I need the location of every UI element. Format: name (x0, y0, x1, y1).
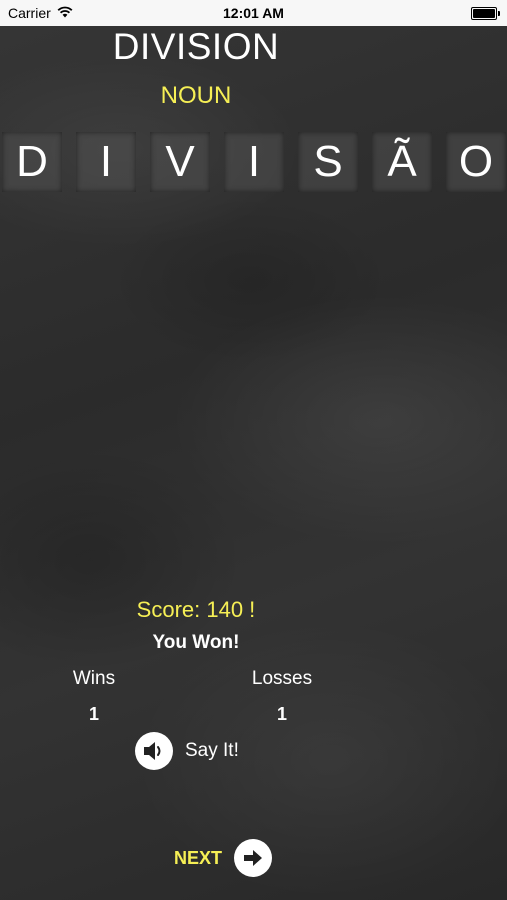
next-label[interactable]: NEXT (174, 848, 222, 869)
english-word: DIVISION (112, 26, 280, 67)
wins-value: 1 (88, 704, 99, 724)
losses-label: Losses (251, 668, 313, 689)
letter-tile: O (446, 132, 506, 192)
say-it-label[interactable]: Say It! (185, 740, 239, 762)
status-time: 12:01 AM (223, 5, 284, 21)
next-button[interactable]: NEXT (174, 838, 273, 878)
word-type: NOUN (160, 82, 232, 109)
wins-label: Wins (72, 668, 116, 689)
result-message: You Won! (152, 632, 240, 653)
letter-tile: I (224, 132, 284, 192)
status-bar: Carrier 12:01 AM (0, 0, 507, 26)
answer-tiles: D I V I S Ã O (0, 132, 507, 192)
arrow-right-icon[interactable] (234, 839, 273, 877)
letter-tile: V (150, 132, 210, 192)
score-text: Score: 140 ! (136, 597, 256, 622)
letter-tile: I (76, 132, 136, 192)
letter-tile: D (2, 132, 62, 192)
letter-tile: Ã (372, 132, 432, 192)
losses-value: 1 (276, 704, 287, 724)
letter-tile: S (298, 132, 358, 192)
speaker-icon[interactable] (135, 732, 173, 770)
battery-icon (471, 7, 500, 20)
say-it-button[interactable]: Say It! (135, 731, 239, 771)
